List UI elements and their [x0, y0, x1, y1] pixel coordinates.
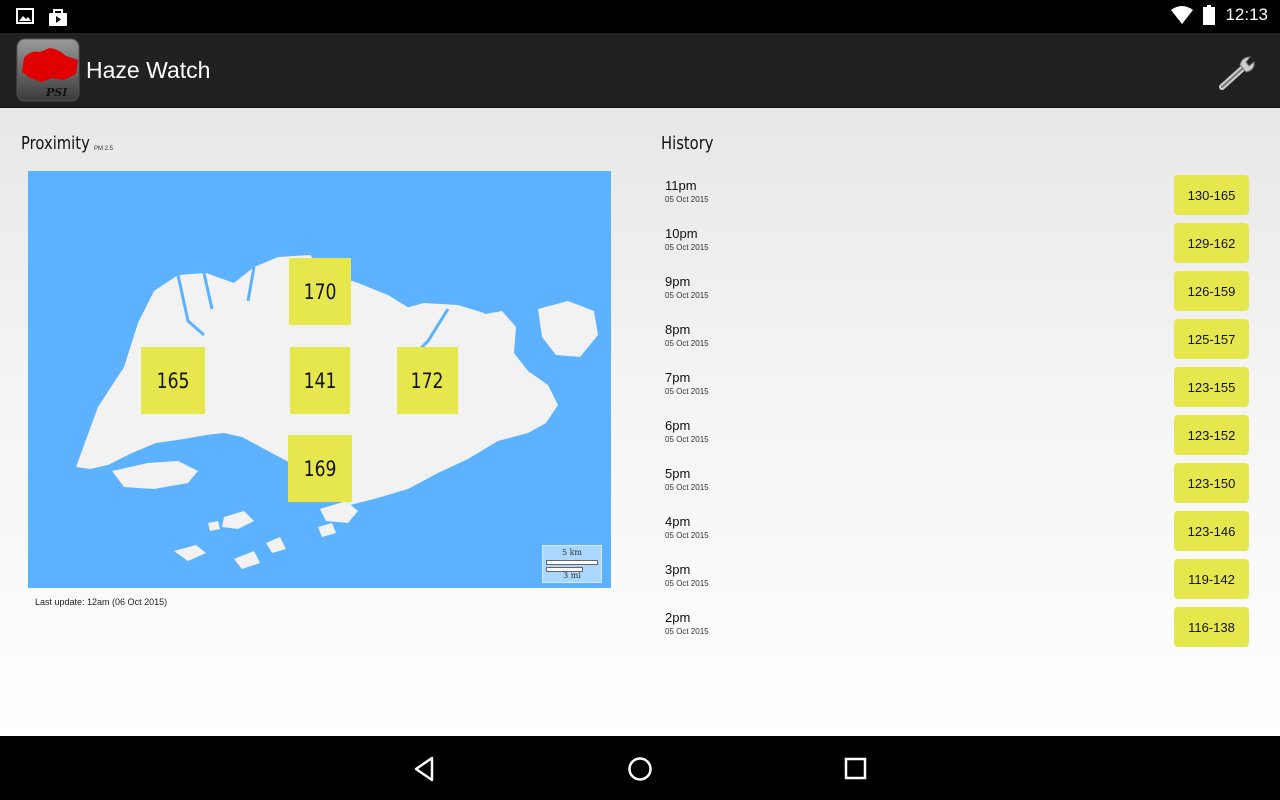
history-date: 05 Oct 2015: [665, 483, 709, 492]
history-date: 05 Oct 2015: [665, 339, 709, 348]
settings-button[interactable]: [1218, 53, 1260, 91]
history-date: 05 Oct 2015: [665, 435, 709, 444]
wifi-icon: [1171, 6, 1194, 24]
history-time: 5pm: [665, 466, 691, 481]
home-button[interactable]: [625, 754, 655, 784]
history-range-badge: 116-138: [1174, 607, 1249, 647]
history-time: 8pm: [665, 322, 691, 337]
map-scale: 5 km 3 mi: [542, 545, 602, 583]
history-row[interactable]: 11pm 05 Oct 2015 130-165: [665, 175, 1255, 219]
history-date: 05 Oct 2015: [665, 531, 709, 540]
history-range-badge: 125-157: [1174, 319, 1249, 359]
psi-west-tile[interactable]: 165: [141, 347, 205, 414]
psi-north-value: 170: [303, 279, 337, 304]
app-title: Haze Watch: [86, 57, 211, 83]
image-icon: [16, 8, 34, 24]
recents-button[interactable]: [841, 754, 871, 784]
history-date: 05 Oct 2015: [665, 627, 709, 636]
history-date: 05 Oct 2015: [665, 387, 709, 396]
history-row[interactable]: 9pm 05 Oct 2015 126-159: [665, 271, 1255, 315]
history-row[interactable]: 6pm 05 Oct 2015 123-152: [665, 415, 1255, 459]
history-time: 10pm: [665, 226, 698, 241]
battery-icon: [1203, 5, 1216, 25]
history-date: 05 Oct 2015: [665, 243, 709, 252]
history-row[interactable]: 2pm 05 Oct 2015 116-138: [665, 607, 1255, 651]
history-time: 6pm: [665, 418, 691, 433]
psi-east-tile[interactable]: 172: [397, 347, 458, 414]
proximity-title: Proximity: [21, 133, 90, 154]
history-row[interactable]: 7pm 05 Oct 2015 123-155: [665, 367, 1255, 411]
history-date: 05 Oct 2015: [665, 291, 709, 300]
history-row[interactable]: 4pm 05 Oct 2015 123-146: [665, 511, 1255, 555]
history-range-badge: 129-162: [1174, 223, 1249, 263]
scale-mi-label: 3 mi: [563, 571, 581, 580]
action-bar: PSI Haze Watch: [0, 33, 1280, 108]
history-row[interactable]: 10pm 05 Oct 2015 129-162: [665, 223, 1255, 267]
history-time: 9pm: [665, 274, 691, 289]
scale-km-bar: [546, 560, 598, 565]
psi-south-value: 169: [303, 456, 337, 481]
history-range-badge: 123-150: [1174, 463, 1249, 503]
history-date: 05 Oct 2015: [665, 195, 709, 204]
history-range-badge: 126-159: [1174, 271, 1249, 311]
psi-north-tile[interactable]: 170: [289, 258, 351, 325]
singapore-map[interactable]: 170 165 141 172 169 5 km 3 mi: [28, 171, 611, 588]
scale-km-label: 5 km: [561, 548, 583, 557]
status-bar: 12:13: [0, 0, 1280, 33]
history-time: 3pm: [665, 562, 691, 577]
clock-time: 12:13: [1225, 5, 1268, 24]
history-time: 11pm: [665, 178, 697, 193]
back-icon: [414, 756, 434, 782]
history-time: 7pm: [665, 370, 691, 385]
psi-central-value: 141: [303, 368, 337, 393]
history-row[interactable]: 5pm 05 Oct 2015 123-150: [665, 463, 1255, 507]
history-range-badge: 130-165: [1174, 175, 1249, 215]
psi-central-tile[interactable]: 141: [290, 347, 350, 414]
shopping-bag-icon: [49, 9, 67, 26]
history-title: History: [661, 133, 714, 154]
home-icon: [628, 757, 652, 781]
wrench-icon: [1219, 56, 1255, 90]
history-row[interactable]: 3pm 05 Oct 2015 119-142: [665, 559, 1255, 603]
app-logo[interactable]: PSI: [16, 38, 80, 102]
history-range-badge: 123-146: [1174, 511, 1249, 551]
psi-west-value: 165: [156, 368, 190, 393]
main-content: Proximity PM 2.5 170 165 141 172 169 5 k…: [0, 108, 1280, 736]
history-time: 4pm: [665, 514, 691, 529]
history-range-badge: 119-142: [1174, 559, 1249, 599]
history-date: 05 Oct 2015: [665, 579, 709, 588]
history-time: 2pm: [665, 610, 691, 625]
psi-south-tile[interactable]: 169: [288, 435, 352, 502]
history-range-badge: 123-155: [1174, 367, 1249, 407]
history-range-badge: 123-152: [1174, 415, 1249, 455]
back-button[interactable]: [410, 754, 440, 784]
svg-text:PSI: PSI: [45, 86, 68, 99]
navigation-bar: [0, 736, 1280, 800]
last-update: Last update: 12am (06 Oct 2015): [35, 597, 168, 607]
proximity-subtitle: PM 2.5: [94, 146, 114, 152]
history-row[interactable]: 8pm 05 Oct 2015 125-157: [665, 319, 1255, 363]
recents-icon: [844, 757, 867, 780]
psi-east-value: 172: [411, 368, 444, 393]
